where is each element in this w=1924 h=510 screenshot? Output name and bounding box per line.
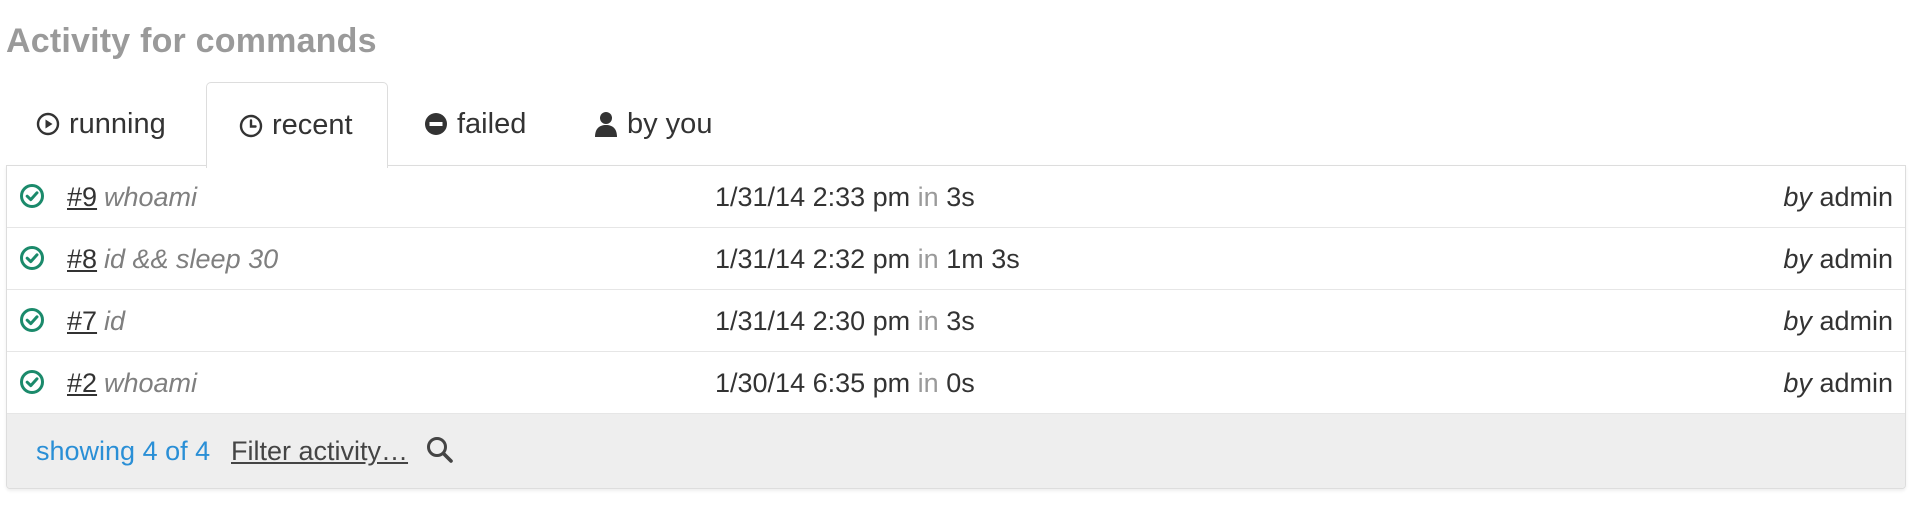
user-name: admin — [1819, 306, 1893, 336]
execution-link[interactable]: #9 — [67, 182, 97, 213]
play-circle-icon — [36, 112, 60, 136]
in-label: in — [917, 244, 939, 274]
datetime: 1/30/14 6:35 pm — [715, 368, 911, 398]
by-label: by — [1783, 306, 1812, 336]
by-label: by — [1783, 182, 1812, 212]
filter-activity-link[interactable]: Filter activity… — [231, 436, 408, 467]
in-label: in — [917, 182, 939, 212]
minus-circle-icon — [424, 112, 448, 136]
activity-row: #7 id 1/31/14 2:30 pm in 3s by admin — [7, 290, 1905, 352]
showing-count: showing 4 of 4 — [36, 436, 211, 466]
tab-running[interactable]: running — [36, 82, 166, 166]
executed-by: by admin — [1783, 244, 1893, 275]
datetime: 1/31/14 2:30 pm — [715, 306, 911, 336]
datetime: 1/31/14 2:32 pm — [715, 244, 911, 274]
executed-by: by admin — [1783, 182, 1893, 213]
user-name: admin — [1819, 368, 1893, 398]
activity-row: #8 id && sleep 30 1/31/14 2:32 pm in 1m … — [7, 228, 1905, 290]
executed-by: by admin — [1783, 368, 1893, 399]
duration: 3s — [946, 306, 975, 336]
tab-recent-label: recent — [272, 109, 353, 141]
tab-by-you[interactable]: by you — [594, 82, 712, 166]
user-name: admin — [1819, 244, 1893, 274]
execution-time: 1/30/14 6:35 pm in 0s — [715, 368, 975, 399]
activity-page: Activity for commands running recent fai… — [0, 0, 1924, 510]
execution-link[interactable]: #7 — [67, 306, 97, 337]
command-text: whoami — [104, 368, 198, 398]
check-circle-icon — [19, 183, 45, 216]
check-circle-icon — [19, 307, 45, 340]
duration: 0s — [946, 368, 975, 398]
activity-row: #9 whoami 1/31/14 2:33 pm in 3s by admin — [7, 166, 1905, 228]
search-icon[interactable] — [425, 435, 455, 472]
tab-running-label: running — [69, 107, 166, 140]
tab-by-you-label: by you — [627, 107, 713, 140]
in-label: in — [917, 368, 939, 398]
tab-failed[interactable]: failed — [424, 82, 526, 166]
tab-failed-label: failed — [457, 107, 527, 140]
datetime: 1/31/14 2:33 pm — [715, 182, 911, 212]
execution-time: 1/31/14 2:30 pm in 3s — [715, 306, 975, 337]
tab-recent[interactable]: recent — [206, 82, 388, 168]
clock-icon — [239, 114, 263, 138]
in-label: in — [917, 306, 939, 336]
executed-by: by admin — [1783, 306, 1893, 337]
command-text: id — [104, 306, 126, 336]
command-text: whoami — [104, 182, 198, 212]
duration: 3s — [946, 182, 975, 212]
activity-panel: #9 whoami 1/31/14 2:33 pm in 3s by admin… — [6, 165, 1906, 489]
check-circle-icon — [19, 245, 45, 278]
command-text: id && sleep 30 — [104, 244, 279, 274]
by-label: by — [1783, 368, 1812, 398]
duration: 1m 3s — [946, 244, 1020, 274]
user-name: admin — [1819, 182, 1893, 212]
page-title: Activity for commands — [6, 22, 377, 60]
activity-row: #2 whoami 1/30/14 6:35 pm in 0s by admin — [7, 352, 1905, 414]
execution-time: 1/31/14 2:32 pm in 1m 3s — [715, 244, 1020, 275]
check-circle-icon — [19, 369, 45, 402]
activity-tabs: running recent failed by you — [6, 82, 1906, 168]
by-label: by — [1783, 244, 1812, 274]
execution-time: 1/31/14 2:33 pm in 3s — [715, 182, 975, 213]
execution-link[interactable]: #2 — [67, 368, 97, 399]
execution-link[interactable]: #8 — [67, 244, 97, 275]
activity-footer: showing 4 of 4 Filter activity… — [7, 414, 1905, 488]
user-icon — [594, 111, 618, 137]
